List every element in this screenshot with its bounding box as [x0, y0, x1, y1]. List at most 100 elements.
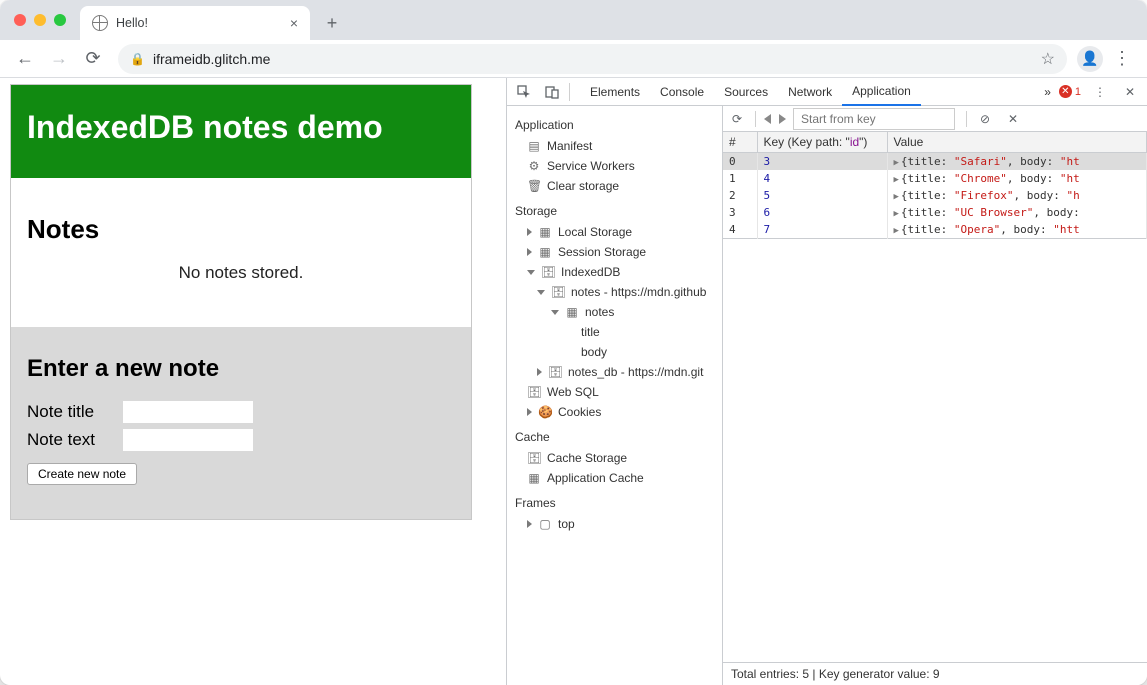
browser-tab[interactable]: Hello! × — [80, 6, 310, 40]
back-button[interactable]: ← — [10, 44, 40, 74]
browser-window: Hello! × + ← → ⟳ 🔒 iframeidb.glitch.me ☆… — [0, 0, 1147, 685]
tab-application[interactable]: Application — [842, 78, 921, 106]
globe-icon — [92, 15, 108, 31]
row-index: 4 — [723, 221, 757, 239]
close-window-button[interactable] — [14, 14, 26, 26]
sidebar-item-indexeddb[interactable]: 🗄IndexedDB — [507, 262, 722, 282]
frame-icon: ▢ — [538, 517, 552, 531]
tab-elements[interactable]: Elements — [580, 78, 650, 106]
table-row[interactable]: 36▶{title: "UC Browser", body: — [723, 204, 1147, 221]
devtools-menu-button[interactable]: ⋮ — [1089, 81, 1111, 103]
row-key: 4 — [757, 170, 887, 187]
section-frames: Frames — [507, 488, 722, 514]
bookmark-star-icon[interactable]: ☆ — [1041, 49, 1055, 69]
sidebar-item-index-body[interactable]: body — [507, 342, 722, 362]
sidebar-item-service-workers[interactable]: ⚙Service Workers — [507, 156, 722, 176]
status-footer: Total entries: 5 | Key generator value: … — [723, 662, 1147, 685]
device-toolbar-icon[interactable] — [541, 81, 563, 103]
row-key: 3 — [757, 153, 887, 171]
row-value: ▶{title: "Opera", body: "htt — [887, 221, 1147, 239]
application-sidebar: Application ▤Manifest ⚙Service Workers 🗑… — [507, 106, 723, 685]
page-viewport: IndexedDB notes demo Notes No notes stor… — [0, 78, 506, 685]
row-value: ▶{title: "Firefox", body: "h — [887, 187, 1147, 204]
chevron-right-icon — [527, 248, 532, 256]
row-index: 1 — [723, 170, 757, 187]
sidebar-item-local-storage[interactable]: ▦Local Storage — [507, 222, 722, 242]
create-note-button[interactable]: Create new note — [27, 463, 137, 485]
sidebar-item-cache-storage[interactable]: 🗄Cache Storage — [507, 448, 722, 468]
page-frame: IndexedDB notes demo Notes No notes stor… — [10, 84, 472, 520]
note-title-label: Note title — [27, 402, 123, 422]
next-page-button[interactable] — [779, 114, 786, 124]
devtools-tabbar: Elements Console Sources Network Applica… — [507, 78, 1147, 106]
column-header-key[interactable]: Key (Key path: "id") — [757, 132, 887, 153]
sidebar-item-index-title[interactable]: title — [507, 322, 722, 342]
forward-button[interactable]: → — [44, 44, 74, 74]
database-icon: 🗄 — [527, 385, 541, 399]
note-text-input[interactable] — [123, 429, 253, 451]
address-bar[interactable]: 🔒 iframeidb.glitch.me ☆ — [118, 44, 1067, 74]
row-index: 2 — [723, 187, 757, 204]
indexeddb-data-pane: ⟳ ⊘ ✕ # Key (Key — [723, 106, 1147, 685]
row-value: ▶{title: "Safari", body: "ht — [887, 153, 1147, 171]
chevron-right-icon — [537, 368, 542, 376]
trash-icon: 🗑 — [527, 179, 541, 193]
database-icon: 🗄 — [541, 265, 555, 279]
close-tab-button[interactable]: × — [290, 15, 298, 31]
tab-sources[interactable]: Sources — [714, 78, 778, 106]
row-index: 0 — [723, 153, 757, 171]
table-row[interactable]: 14▶{title: "Chrome", body: "ht — [723, 170, 1147, 187]
tab-network[interactable]: Network — [778, 78, 842, 106]
row-index: 3 — [723, 204, 757, 221]
row-value: ▶{title: "UC Browser", body: — [887, 204, 1147, 221]
sidebar-item-top-frame[interactable]: ▢top — [507, 514, 722, 534]
devtools: Elements Console Sources Network Applica… — [506, 78, 1147, 685]
page-title: IndexedDB notes demo — [27, 109, 455, 146]
row-key: 7 — [757, 221, 887, 239]
reload-button[interactable]: ⟳ — [78, 44, 108, 74]
sidebar-item-session-storage[interactable]: ▦Session Storage — [507, 242, 722, 262]
table-row[interactable]: 47▶{title: "Opera", body: "htt — [723, 221, 1147, 239]
delete-selected-button[interactable]: ✕ — [1003, 112, 1023, 126]
no-notes-message: No notes stored. — [27, 263, 455, 283]
page-header: IndexedDB notes demo — [11, 85, 471, 178]
sidebar-item-clear-storage[interactable]: 🗑Clear storage — [507, 176, 722, 196]
sidebar-item-store-notes[interactable]: ▦notes — [507, 302, 722, 322]
storage-icon: ▦ — [538, 245, 552, 259]
more-tabs-button[interactable]: » — [1044, 85, 1051, 99]
note-title-input[interactable] — [123, 401, 253, 423]
column-header-value[interactable]: Value — [887, 132, 1147, 153]
chevron-right-icon — [527, 408, 532, 416]
table-row[interactable]: 03▶{title: "Safari", body: "ht — [723, 153, 1147, 171]
fullscreen-window-button[interactable] — [54, 14, 66, 26]
close-devtools-button[interactable]: ✕ — [1119, 81, 1141, 103]
entry-panel: Enter a new note Note title Note text Cr… — [11, 327, 471, 519]
sidebar-item-websql[interactable]: 🗄Web SQL — [507, 382, 722, 402]
column-header-index[interactable]: # — [723, 132, 757, 153]
sidebar-item-cookies[interactable]: 🍪Cookies — [507, 402, 722, 422]
lock-icon: 🔒 — [130, 52, 145, 66]
new-tab-button[interactable]: + — [318, 9, 346, 37]
prev-page-button[interactable] — [764, 114, 771, 124]
inspect-element-icon[interactable] — [513, 81, 535, 103]
tab-console[interactable]: Console — [650, 78, 714, 106]
start-from-key-input[interactable] — [794, 109, 954, 129]
chrome-menu-button[interactable]: ⋮ — [1107, 44, 1137, 74]
url-text: iframeidb.glitch.me — [153, 51, 271, 67]
minimize-window-button[interactable] — [34, 14, 46, 26]
database-icon: 🗄 — [548, 365, 562, 379]
profile-avatar[interactable]: 👤 — [1077, 46, 1103, 72]
storage-icon: ▦ — [538, 225, 552, 239]
table-row[interactable]: 25▶{title: "Firefox", body: "h — [723, 187, 1147, 204]
refresh-button[interactable]: ⟳ — [727, 112, 747, 126]
sidebar-item-manifest[interactable]: ▤Manifest — [507, 136, 722, 156]
error-badge[interactable]: ✕ 1 — [1059, 85, 1081, 98]
sidebar-item-db-notes[interactable]: 🗄notes - https://mdn.github — [507, 282, 722, 302]
traffic-lights — [14, 14, 66, 26]
data-toolbar: ⟳ ⊘ ✕ — [723, 106, 1147, 132]
sidebar-item-db-notesdb[interactable]: 🗄notes_db - https://mdn.git — [507, 362, 722, 382]
clear-store-button[interactable]: ⊘ — [975, 112, 995, 126]
document-icon: ▤ — [527, 139, 541, 153]
sidebar-item-application-cache[interactable]: ▦Application Cache — [507, 468, 722, 488]
tab-strip: Hello! × + — [0, 0, 1147, 40]
